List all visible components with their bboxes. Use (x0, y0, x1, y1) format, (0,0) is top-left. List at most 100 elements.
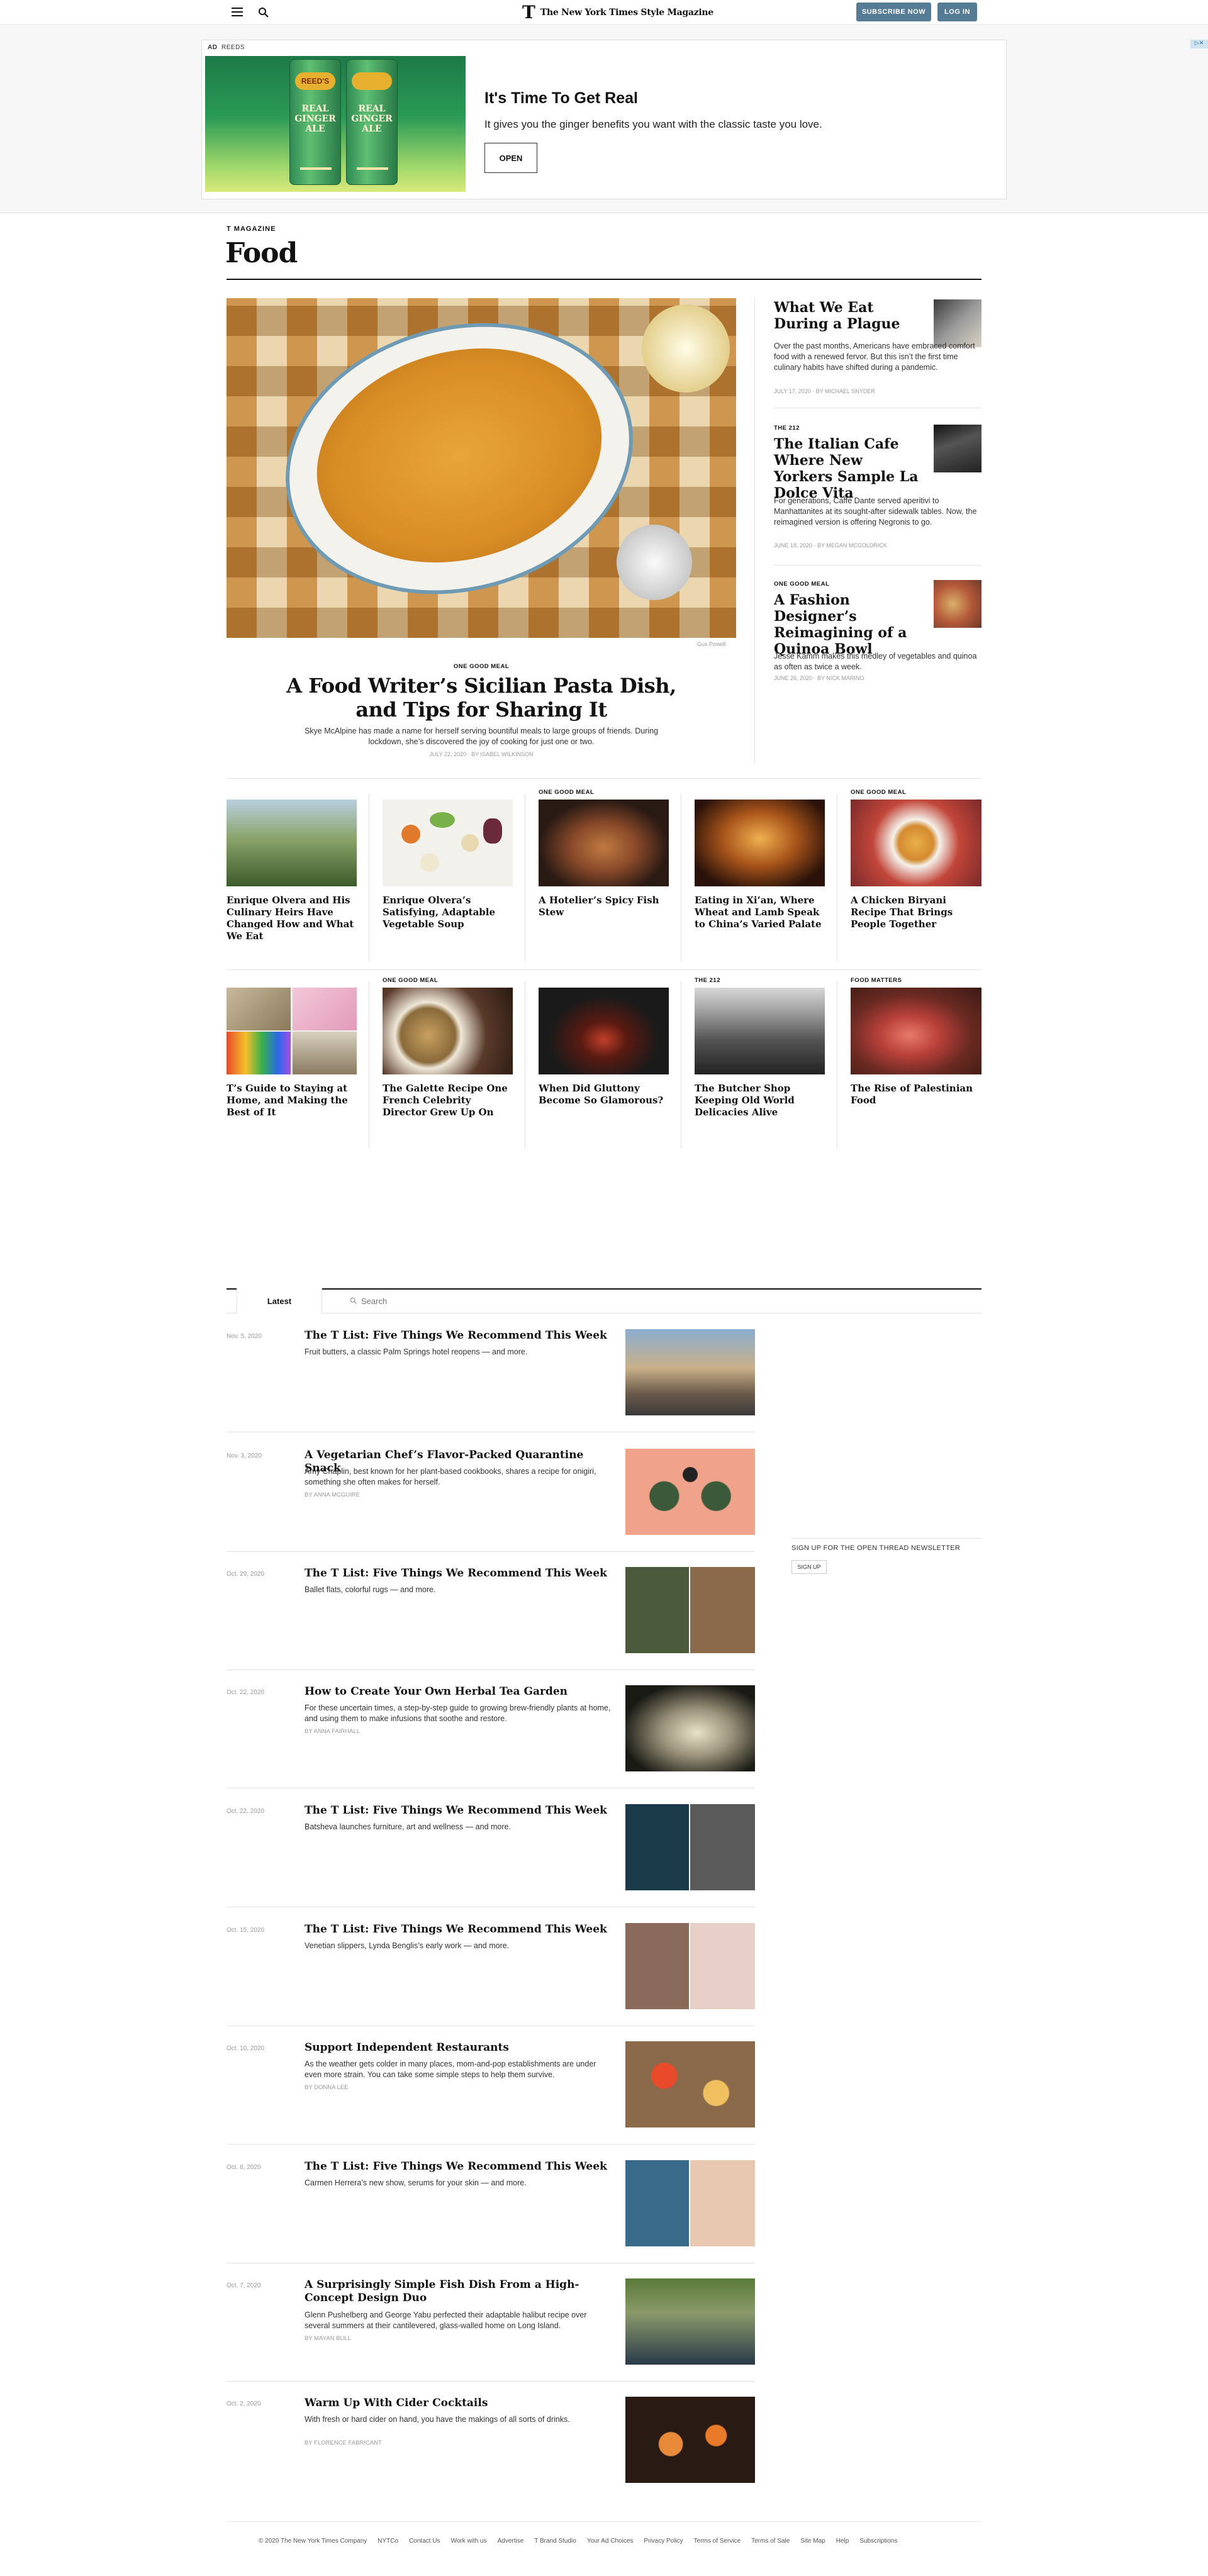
story-card-image[interactable] (539, 988, 669, 1074)
side-story-title[interactable]: A Fashion Designer’s Reimagining of a Qu… (774, 592, 925, 657)
search-icon[interactable] (258, 7, 269, 18)
latest-item-thumbnail[interactable] (625, 1804, 755, 1890)
latest-item-title[interactable]: A Surprisingly Simple Fish Dish From a H… (305, 2278, 613, 2305)
newsletter-title: SIGN UP FOR THE OPEN THREAD NEWSLETTER (791, 1544, 961, 1552)
story-card-image[interactable] (851, 800, 982, 886)
hero-title[interactable]: A Food Writer’s Sicilian Pasta Dish, and… (271, 674, 692, 722)
story-card-kicker[interactable]: ONE GOOD MEAL (383, 977, 438, 984)
section-kicker[interactable]: T MAGAZINE (226, 225, 276, 233)
side-story-summary: Jesse Kamm makes this medley of vegetabl… (774, 652, 977, 671)
story-card-image[interactable] (539, 800, 669, 886)
latest-item-byline: By MAYAN BULL (305, 2335, 351, 2342)
latest-item-title[interactable]: The T List: Five Things We Recommend Thi… (305, 1329, 613, 1342)
side-story-thumbnail[interactable] (934, 425, 982, 472)
column-divider (754, 298, 755, 764)
ad-unit[interactable]: AD REEDS REED'S REAL GINGER ALE REAL GING… (201, 40, 1007, 199)
side-story-kicker[interactable]: ONE GOOD MEAL (774, 581, 829, 588)
side-story-thumbnail[interactable] (934, 299, 982, 347)
side-story-summary: Over the past months, Americans have emb… (774, 342, 975, 372)
latest-item-title[interactable]: The T List: Five Things We Recommend Thi… (305, 1804, 613, 1817)
story-card-title[interactable]: Eating in Xi’an, Where Wheat and Lamb Sp… (695, 895, 825, 930)
footer-link[interactable]: NYTCo (378, 2538, 398, 2545)
latest-item-title[interactable]: How to Create Your Own Herbal Tea Garden (305, 1685, 613, 1698)
story-card-title[interactable]: The Rise of Palestinian Food (851, 1083, 982, 1107)
search-input[interactable] (361, 1296, 525, 1306)
latest-item-thumbnail[interactable] (625, 1329, 755, 1415)
story-card-title[interactable]: Enrique Olvera’s Satisfying, Adaptable V… (383, 895, 513, 930)
footer-link[interactable]: Your Ad Choices (587, 2538, 634, 2545)
story-card-kicker[interactable]: THE 212 (695, 977, 720, 984)
subscribe-button[interactable]: SUBSCRIBE NOW (856, 3, 931, 21)
ad-image[interactable]: REED'S REAL GINGER ALE REAL GINGER ALE (205, 56, 466, 192)
latest-item-title[interactable]: The T List: Five Things We Recommend Thi… (305, 1923, 613, 1936)
ad-open-button[interactable]: OPEN (484, 143, 537, 173)
adchoices-icon[interactable]: ▷✕ (1190, 40, 1208, 48)
latest-item-summary: Carmen Herrera’s new show, serums for yo… (305, 2178, 527, 2187)
top-bar: T The New York Times Style Magazine SUBS… (0, 0, 1208, 25)
latest-item-thumbnail[interactable] (625, 2160, 755, 2246)
header-rule (226, 279, 982, 280)
story-card-image[interactable] (383, 800, 513, 886)
login-button[interactable]: LOG IN (937, 3, 977, 21)
footer-link[interactable]: Terms of Service (694, 2538, 741, 2545)
latest-item-title[interactable]: Warm Up With Cider Cocktails (305, 2397, 613, 2410)
story-card-title[interactable]: The Butcher Shop Keeping Old World Delic… (695, 1083, 825, 1118)
story-card-image[interactable] (695, 800, 825, 886)
latest-item-summary: Amy Chaplin, best known for her plant-ba… (305, 1467, 596, 1486)
footer-link[interactable]: Privacy Policy (644, 2538, 683, 2545)
story-card-image[interactable] (226, 988, 357, 1074)
latest-item-thumbnail[interactable] (625, 2278, 755, 2365)
footer-link[interactable]: Site Map (800, 2538, 825, 2545)
side-story-byline: June 26, 2020 · By NICK MARINO (774, 675, 864, 681)
footer-link[interactable]: Subscriptions (859, 2538, 897, 2545)
story-card-title[interactable]: T’s Guide to Staying at Home, and Making… (226, 1083, 357, 1118)
page-title: Food (225, 237, 298, 269)
latest-item-thumbnail[interactable] (625, 1923, 755, 2009)
story-card-image[interactable] (383, 988, 513, 1074)
story-card-title[interactable]: A Chicken Biryani Recipe That Brings Peo… (851, 895, 982, 930)
ad-title: It's Time To Get Real (484, 89, 638, 107)
latest-item-title[interactable]: Support Independent Restaurants (305, 2041, 613, 2055)
t-logo-icon: T (522, 2, 535, 23)
latest-item-title[interactable]: The T List: Five Things We Recommend Thi… (305, 2160, 613, 2173)
side-story-byline: July 17, 2020 · By MICHAEL SNYDER (774, 388, 875, 394)
latest-search[interactable] (350, 1294, 539, 1308)
footer-link[interactable]: Terms of Sale (751, 2538, 790, 2545)
latest-item-thumbnail[interactable] (625, 1567, 755, 1653)
story-card-title[interactable]: A Hotelier’s Spicy Fish Stew (539, 895, 669, 918)
menu-icon[interactable] (232, 8, 243, 18)
side-story-kicker[interactable]: THE 212 (774, 425, 800, 432)
newsletter-rule (791, 1538, 982, 1539)
newsletter-signup-button[interactable]: SIGN UP (791, 1560, 827, 1574)
hero-image[interactable] (226, 298, 736, 638)
side-story-title[interactable]: What We Eat During a Plague (774, 299, 931, 332)
side-story-thumbnail[interactable] (934, 580, 982, 628)
story-card-kicker[interactable]: FOOD MATTERS (851, 977, 902, 984)
latest-item-thumbnail[interactable] (625, 2041, 755, 2127)
latest-item-byline: By ANNA FAIRHALL (305, 1728, 361, 1735)
story-card-title[interactable]: When Did Gluttony Become So Glamorous? (539, 1083, 669, 1107)
footer-link[interactable]: Help (836, 2538, 849, 2545)
latest-item-thumbnail[interactable] (625, 2397, 755, 2483)
footer-link[interactable]: Contact Us (409, 2538, 440, 2545)
story-card-title[interactable]: The Galette Recipe One French Celebrity … (383, 1083, 513, 1118)
latest-item-title[interactable]: The T List: Five Things We Recommend Thi… (305, 1567, 613, 1580)
side-story-title[interactable]: The Italian Cafe Where New Yorkers Sampl… (774, 436, 925, 501)
side-story-byline: June 18, 2020 · By MEGAN McGOLDRICK (774, 542, 887, 549)
story-card-image[interactable] (851, 988, 982, 1074)
ad-label: AD REEDS (208, 44, 245, 51)
story-card-image[interactable] (226, 800, 357, 886)
footer-link[interactable]: Work with us (451, 2538, 487, 2545)
footer-link[interactable]: T Brand Studio (534, 2538, 576, 2545)
latest-item-summary: As the weather gets colder in many place… (305, 2060, 596, 2079)
latest-item-thumbnail[interactable] (625, 1685, 755, 1771)
footer-link[interactable]: Advertise (498, 2538, 524, 2545)
story-card-kicker[interactable]: ONE GOOD MEAL (851, 789, 906, 796)
story-card-title[interactable]: Enrique Olvera and His Culinary Heirs Ha… (226, 895, 357, 942)
story-card-image[interactable] (695, 988, 825, 1074)
latest-item-thumbnail[interactable] (625, 1449, 755, 1535)
brand-logo[interactable]: T The New York Times Style Magazine (522, 4, 713, 21)
story-card-kicker[interactable]: ONE GOOD MEAL (539, 789, 594, 796)
tab-latest[interactable]: Latest (237, 1288, 322, 1313)
hero-kicker[interactable]: ONE GOOD MEAL (226, 663, 736, 670)
